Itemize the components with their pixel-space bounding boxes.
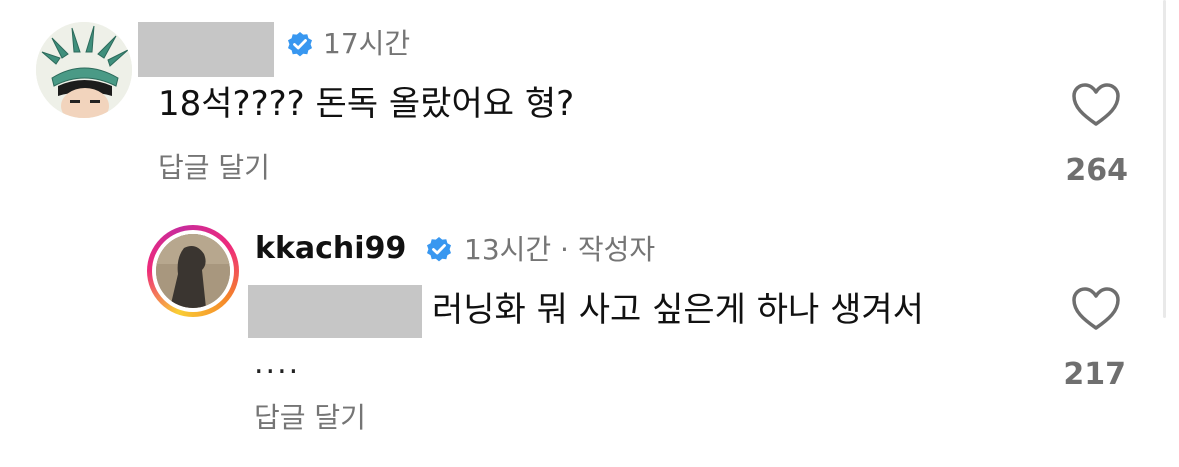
avatar-ring-gap [152, 230, 234, 312]
like-heart-icon[interactable] [1071, 286, 1121, 332]
avatar-story-ring[interactable] [147, 225, 239, 317]
like-count: 264 [1065, 153, 1128, 188]
redacted-mention [248, 285, 422, 338]
like-heart-icon[interactable] [1071, 82, 1121, 128]
reply-text: 러닝화 뭐 사고 싶은게 하나 생겨서 [432, 290, 924, 330]
avatar[interactable] [36, 22, 132, 118]
scrollbar[interactable] [1163, 0, 1166, 318]
redacted-username [138, 22, 274, 77]
comment-time: 17시간 [323, 27, 411, 60]
comment-text: 18석???? 돈독 올랐어요 형? [158, 84, 575, 124]
reply-text-ellipsis: .... [254, 346, 301, 381]
verified-badge-icon [427, 237, 451, 262]
reply-meta: 13시간 · 작성자 [464, 233, 656, 266]
verified-badge-icon [288, 32, 312, 57]
reply-username[interactable]: kkachi99 [255, 232, 406, 266]
avatar [156, 234, 230, 308]
avatar-liberty-crown-icon [36, 22, 132, 118]
reply-button[interactable]: 답글 달기 [254, 402, 366, 434]
reply-button[interactable]: 답글 달기 [158, 152, 270, 184]
avatar-silhouette-icon [156, 234, 230, 308]
like-count: 217 [1063, 357, 1126, 392]
